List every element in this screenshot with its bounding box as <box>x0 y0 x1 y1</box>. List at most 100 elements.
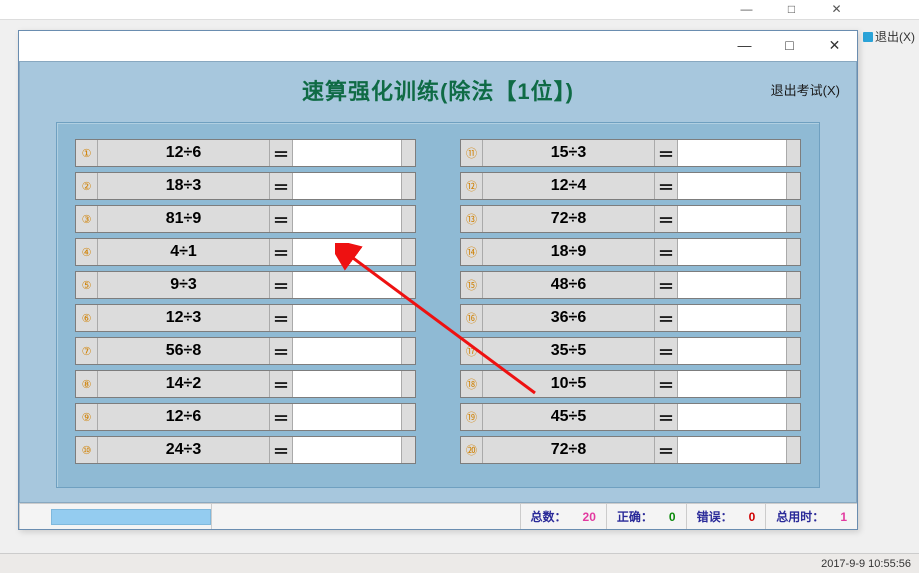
question-row: ⑯36÷6＝ <box>460 304 801 332</box>
equals-sign: ＝ <box>654 371 678 397</box>
equals-sign: ＝ <box>269 437 293 463</box>
answer-input[interactable] <box>678 140 786 166</box>
equals-sign: ＝ <box>654 272 678 298</box>
time-value: 1 <box>824 510 847 524</box>
answer-input[interactable] <box>678 239 786 265</box>
question-panel: ①12÷6＝②18÷3＝③81÷9＝④4÷1＝⑤9÷3＝⑥12÷3＝⑦56÷8＝… <box>56 122 820 488</box>
question-row: ⑥12÷3＝ <box>75 304 416 332</box>
answer-input[interactable] <box>293 173 401 199</box>
close-button[interactable]: ✕ <box>812 31 857 61</box>
total-value: 20 <box>567 510 596 524</box>
app-title: 速算强化训练(除法【1位】) <box>20 62 856 116</box>
exit-exam-button[interactable]: 退出考试(X) <box>771 80 840 99</box>
question-number: ④ <box>76 239 98 265</box>
total-label: 总数： <box>531 508 567 525</box>
answer-input[interactable] <box>293 272 401 298</box>
question-number: ⑰ <box>461 338 483 364</box>
question-number: ② <box>76 173 98 199</box>
question-number: ① <box>76 140 98 166</box>
question-number: ⑧ <box>76 371 98 397</box>
answer-input[interactable] <box>678 173 786 199</box>
correct-value: 0 <box>653 510 676 524</box>
equals-sign: ＝ <box>654 140 678 166</box>
answer-input[interactable] <box>293 371 401 397</box>
question-expression: 72÷8 <box>483 206 654 232</box>
equals-sign: ＝ <box>654 305 678 331</box>
equals-sign: ＝ <box>269 338 293 364</box>
equals-sign: ＝ <box>654 239 678 265</box>
question-row: ⑤9÷3＝ <box>75 271 416 299</box>
answer-input[interactable] <box>293 206 401 232</box>
row-cap <box>786 371 800 397</box>
question-row: ⑰35÷5＝ <box>460 337 801 365</box>
question-row: ⑪15÷3＝ <box>460 139 801 167</box>
answer-input[interactable] <box>293 437 401 463</box>
question-expression: 18÷9 <box>483 239 654 265</box>
parent-close-button[interactable]: ✕ <box>814 0 859 20</box>
equals-sign: ＝ <box>269 173 293 199</box>
question-expression: 81÷9 <box>98 206 269 232</box>
question-expression: 4÷1 <box>98 239 269 265</box>
system-timestamp: 2017-9-9 10:55:56 <box>821 558 911 570</box>
row-cap <box>786 404 800 430</box>
app-body: 速算强化训练(除法【1位】) 退出考试(X) ①12÷6＝②18÷3＝③81÷9… <box>19 61 857 503</box>
answer-input[interactable] <box>678 437 786 463</box>
answer-input[interactable] <box>678 272 786 298</box>
equals-sign: ＝ <box>654 173 678 199</box>
question-number: ⑥ <box>76 305 98 331</box>
question-number: ⑮ <box>461 272 483 298</box>
window-titlebar: — □ ✕ <box>19 31 857 61</box>
equals-sign: ＝ <box>269 140 293 166</box>
status-progress <box>51 509 211 525</box>
question-row: ③81÷9＝ <box>75 205 416 233</box>
exit-icon <box>863 32 873 42</box>
row-cap <box>786 140 800 166</box>
maximize-button[interactable]: □ <box>767 31 812 61</box>
question-number: ⑩ <box>76 437 98 463</box>
question-number: ⑫ <box>461 173 483 199</box>
answer-input[interactable] <box>678 404 786 430</box>
question-number: ⑦ <box>76 338 98 364</box>
question-column-right: ⑪15÷3＝⑫12÷4＝⑬72÷8＝⑭18÷9＝⑮48÷6＝⑯36÷6＝⑰35÷… <box>460 139 801 464</box>
question-row: ⑲45÷5＝ <box>460 403 801 431</box>
answer-input[interactable] <box>293 338 401 364</box>
equals-sign: ＝ <box>654 404 678 430</box>
question-row: ⑫12÷4＝ <box>460 172 801 200</box>
equals-sign: ＝ <box>269 239 293 265</box>
parent-maximize-button[interactable]: □ <box>769 0 814 20</box>
question-row: ⑨12÷6＝ <box>75 403 416 431</box>
row-cap <box>401 437 415 463</box>
question-expression: 12÷6 <box>98 404 269 430</box>
row-cap <box>401 338 415 364</box>
row-cap <box>401 173 415 199</box>
question-row: ④4÷1＝ <box>75 238 416 266</box>
equals-sign: ＝ <box>269 371 293 397</box>
minimize-button[interactable]: — <box>722 31 767 61</box>
question-expression: 72÷8 <box>483 437 654 463</box>
answer-input[interactable] <box>293 305 401 331</box>
row-cap <box>786 305 800 331</box>
question-expression: 9÷3 <box>98 272 269 298</box>
app-window: — □ ✕ 速算强化训练(除法【1位】) 退出考试(X) ①12÷6＝②18÷3… <box>18 30 858 530</box>
answer-input[interactable] <box>678 206 786 232</box>
question-row: ⑬72÷8＝ <box>460 205 801 233</box>
parent-exit-button[interactable]: 退出(X) <box>863 28 915 45</box>
question-number: ⑬ <box>461 206 483 232</box>
question-row: ⑳72÷8＝ <box>460 436 801 464</box>
question-number: ⑲ <box>461 404 483 430</box>
row-cap <box>786 173 800 199</box>
answer-input[interactable] <box>293 140 401 166</box>
answer-input[interactable] <box>678 305 786 331</box>
equals-sign: ＝ <box>654 338 678 364</box>
answer-input[interactable] <box>293 404 401 430</box>
row-cap <box>786 206 800 232</box>
answer-input[interactable] <box>678 338 786 364</box>
answer-input[interactable] <box>293 239 401 265</box>
row-cap <box>786 437 800 463</box>
question-row: ⑩24÷3＝ <box>75 436 416 464</box>
wrong-label: 错误： <box>697 508 733 525</box>
row-cap <box>401 239 415 265</box>
parent-titlebar: — □ ✕ <box>0 0 919 20</box>
parent-minimize-button[interactable]: — <box>724 0 769 20</box>
answer-input[interactable] <box>678 371 786 397</box>
